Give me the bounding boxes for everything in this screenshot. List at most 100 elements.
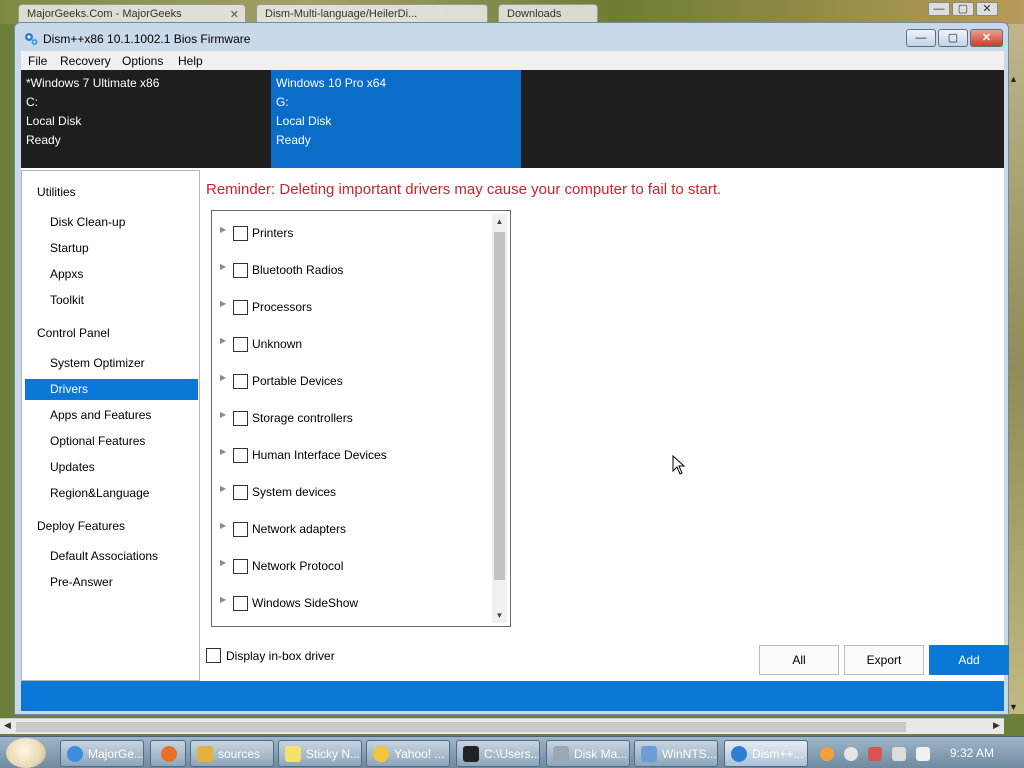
tree-row[interactable]: ▶ Printers [212, 220, 492, 242]
browser-tab-label: Dism-Multi-language/HeilerDi... [265, 8, 418, 20]
expand-arrow-icon[interactable]: ▶ [220, 595, 226, 604]
tree-row[interactable]: ▶ Processors [212, 294, 492, 316]
checkbox[interactable] [233, 448, 248, 463]
checkbox[interactable] [233, 300, 248, 315]
tree-row-label: Network Protocol [252, 559, 344, 573]
browser-tab[interactable]: MajorGeeks.Com - MajorGeeks ✕ [18, 4, 246, 24]
expand-arrow-icon[interactable]: ▶ [220, 521, 226, 530]
add-button[interactable]: Add [929, 645, 1009, 675]
scroll-up-icon[interactable]: ▲ [492, 214, 507, 229]
tree-row[interactable]: ▶ Portable Devices [212, 368, 492, 390]
taskbar-item[interactable]: sources [190, 740, 274, 767]
browser-tab[interactable]: Downloads [498, 4, 598, 24]
expand-arrow-icon[interactable]: ▶ [220, 484, 226, 493]
tree-row[interactable]: ▶ Human Interface Devices [212, 442, 492, 464]
taskbar-item[interactable] [150, 740, 186, 767]
expand-arrow-icon[interactable]: ▶ [220, 336, 226, 345]
expand-arrow-icon[interactable]: ▶ [220, 410, 226, 419]
sidebar-item-apps-and-features[interactable]: Apps and Features [25, 405, 198, 426]
clock[interactable]: 9:32 AM [950, 746, 994, 760]
tree-row[interactable]: ▶ Unknown [212, 331, 492, 353]
maximize-button[interactable]: ▢ [938, 29, 968, 47]
sidebar-item-default-associations[interactable]: Default Associations [25, 546, 198, 567]
close-button[interactable]: ✕ [970, 29, 1003, 47]
menu-recovery[interactable]: Recovery [60, 54, 111, 68]
volume-icon[interactable] [916, 747, 930, 761]
sidebar-item-drivers[interactable]: Drivers [25, 379, 198, 400]
expand-arrow-icon[interactable]: ▶ [220, 299, 226, 308]
checkbox[interactable] [233, 485, 248, 500]
checkbox[interactable] [233, 559, 248, 574]
checkbox[interactable] [233, 226, 248, 241]
scroll-right-icon[interactable]: ▶ [993, 720, 1000, 731]
tree-scrollbar[interactable]: ▲ ▼ [492, 214, 507, 623]
close-icon[interactable]: ✕ [230, 8, 239, 21]
all-button[interactable]: All [759, 645, 839, 675]
scroll-up-icon[interactable]: ▲ [1009, 74, 1018, 84]
network-icon[interactable] [892, 747, 906, 761]
scroll-down-icon[interactable]: ▼ [492, 608, 507, 623]
sidebar-item-pre-answer[interactable]: Pre-Answer [25, 572, 198, 593]
tree-row[interactable]: ▶ Network adapters [212, 516, 492, 538]
sidebar-item-updates[interactable]: Updates [25, 457, 198, 478]
start-button[interactable] [6, 738, 46, 768]
tree-row[interactable]: ▶ Windows SideShow [212, 590, 492, 612]
taskbar-item[interactable]: WinNTS... [634, 740, 718, 767]
tree-row[interactable]: ▶ Network Protocol [212, 553, 492, 575]
image-panel-windows10[interactable]: Windows 10 Pro x64 G: Local Disk Ready [271, 70, 521, 168]
flag-icon[interactable] [868, 747, 882, 761]
checkbox[interactable] [233, 263, 248, 278]
expand-arrow-icon[interactable]: ▶ [220, 373, 226, 382]
display-inbox-checkbox[interactable] [206, 648, 221, 663]
taskbar-item[interactable]: Disk Ma... [546, 740, 630, 767]
sidebar-item-appxs[interactable]: Appxs [25, 264, 198, 285]
tree-row[interactable]: ▶ System devices [212, 479, 492, 501]
expand-arrow-icon[interactable]: ▶ [220, 558, 226, 567]
image-panel-windows7[interactable]: *Windows 7 Ultimate x86 C: Local Disk Re… [21, 70, 271, 168]
scrollbar-thumb[interactable] [16, 722, 906, 732]
minimize-icon[interactable]: — [928, 2, 950, 16]
browser-tab[interactable]: Dism-Multi-language/HeilerDi... [256, 4, 488, 24]
minimize-button[interactable]: — [906, 29, 936, 47]
taskbar-item[interactable]: Sticky N... [278, 740, 362, 767]
scroll-down-icon[interactable]: ▼ [1009, 702, 1018, 712]
gear-icon [731, 746, 747, 762]
title-bar[interactable]: Dism++x86 10.1.1002.1 Bios Firmware — ▢ … [15, 23, 1008, 53]
tree-row[interactable]: ▶ Storage controllers [212, 405, 492, 427]
background-horizontal-scrollbar[interactable]: ◀ ▶ [0, 718, 1004, 734]
tree-row-label: Windows SideShow [252, 596, 359, 610]
sidebar-item-system-optimizer[interactable]: System Optimizer [25, 353, 198, 374]
menu-options[interactable]: Options [122, 54, 163, 68]
checkbox[interactable] [233, 522, 248, 537]
tree-row[interactable]: ▶ Bluetooth Radios [212, 257, 492, 279]
sidebar-item-toolkit[interactable]: Toolkit [25, 290, 198, 311]
scroll-left-icon[interactable]: ◀ [4, 720, 11, 731]
taskbar-item-label: C:\Users... [484, 747, 540, 761]
sidebar-item-region-language[interactable]: Region&Language [25, 483, 198, 504]
checkbox[interactable] [233, 337, 248, 352]
taskbar-item[interactable]: Yahoo! ... [366, 740, 450, 767]
expand-arrow-icon[interactable]: ▶ [220, 447, 226, 456]
taskbar-item[interactable]: C:\Users... [456, 740, 540, 767]
maximize-icon[interactable]: ▢ [952, 2, 974, 16]
sidebar-item-disk-cleanup[interactable]: Disk Clean-up [25, 212, 198, 233]
checkbox[interactable] [233, 374, 248, 389]
expand-arrow-icon[interactable]: ▶ [220, 225, 226, 234]
taskbar-item[interactable]: Dism++... [724, 740, 808, 767]
checkbox[interactable] [233, 411, 248, 426]
expand-arrow-icon[interactable]: ▶ [220, 262, 226, 271]
menu-file[interactable]: File [28, 54, 47, 68]
sidebar-item-optional-features[interactable]: Optional Features [25, 431, 198, 452]
search-icon[interactable] [820, 747, 834, 761]
taskbar-item[interactable]: MajorGe... [60, 740, 144, 767]
taskbar-item-label: MajorGe... [88, 747, 144, 761]
checkbox[interactable] [233, 596, 248, 611]
scrollbar-thumb[interactable] [494, 232, 505, 580]
menu-help[interactable]: Help [178, 54, 203, 68]
taskbar-item-label: Dism++... [752, 747, 804, 761]
sidebar-item-startup[interactable]: Startup [25, 238, 198, 259]
gear-icon [25, 33, 38, 45]
close-icon[interactable]: ✕ [976, 2, 998, 16]
messenger-icon[interactable] [844, 747, 858, 761]
export-button[interactable]: Export [844, 645, 924, 675]
